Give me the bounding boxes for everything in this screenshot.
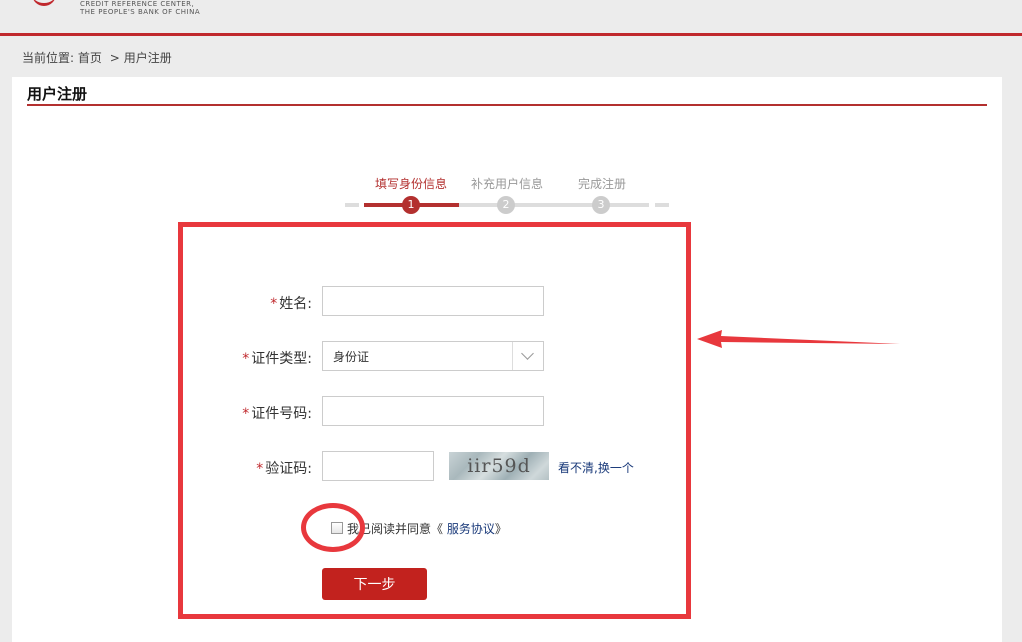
id-number-label: * 证件号码: — [202, 403, 312, 423]
breadcrumb-current: 用户注册 — [123, 51, 172, 65]
step-3-circle: 3 — [592, 196, 610, 214]
agree-prefix: 我已阅读并同意《 — [347, 522, 444, 536]
id-number-label-text: 证件号码: — [251, 406, 312, 422]
step-bar-2 — [459, 203, 649, 207]
id-type-select[interactable]: 身份证 — [322, 341, 544, 371]
next-step-button[interactable]: 下一步 — [322, 568, 427, 600]
step-2-circle: 2 — [497, 196, 515, 214]
logo-line-1: CREDIT REFERENCE CENTER, — [80, 0, 195, 8]
logo-text: CREDIT REFERENCE CENTER, THE PEOPLE'S BA… — [80, 0, 200, 16]
captcha-input[interactable] — [322, 451, 434, 481]
service-agreement-link[interactable]: 服务协议 — [447, 522, 495, 536]
title-divider — [27, 104, 987, 106]
captcha-label: * 验证码: — [202, 458, 312, 478]
required-mark: * — [242, 351, 250, 367]
logo-icon — [32, 0, 56, 6]
main-panel: 用户注册 填写身份信息 补充用户信息 完成注册 1 2 3 * 姓名: * 证件类型… — [12, 77, 1002, 642]
id-type-selected-value: 身份证 — [333, 350, 370, 364]
chevron-down-icon — [512, 342, 543, 370]
step-1-circle: 1 — [402, 196, 420, 214]
name-label: * 姓名: — [202, 293, 312, 313]
captcha-image[interactable]: iir59d — [449, 452, 549, 480]
agree-suffix: 》 — [494, 522, 507, 536]
required-mark: * — [256, 461, 264, 477]
logo-line-2: THE PEOPLE'S BANK OF CHINA — [80, 8, 201, 16]
breadcrumb: 当前位置: 首页 > 用户注册 — [22, 49, 172, 66]
step-bar-start — [345, 203, 359, 207]
required-mark: * — [270, 296, 278, 312]
breadcrumb-separator: > — [109, 51, 120, 65]
required-mark: * — [242, 406, 250, 422]
header-divider — [0, 33, 1022, 36]
step-1-label: 填写身份信息 — [375, 177, 448, 191]
name-input[interactable] — [322, 286, 544, 316]
agree-text: 我已阅读并同意《 服务协议》 — [347, 520, 507, 537]
id-type-label-text: 证件类型: — [251, 351, 312, 367]
site-header: CREDIT REFERENCE CENTER, THE PEOPLE'S BA… — [0, 0, 1022, 33]
step-2-label: 补充用户信息 — [471, 177, 544, 191]
captcha-label-text: 验证码: — [265, 461, 312, 477]
step-3-label: 完成注册 — [578, 177, 627, 191]
agree-checkbox[interactable] — [331, 522, 343, 534]
breadcrumb-prefix: 当前位置: — [22, 51, 75, 65]
name-label-text: 姓名: — [279, 296, 312, 312]
refresh-captcha-link[interactable]: 看不清,换一个 — [558, 459, 634, 476]
page-title: 用户注册 — [27, 85, 88, 103]
step-bar-end — [655, 203, 669, 207]
id-number-input[interactable] — [322, 396, 544, 426]
breadcrumb-home-link[interactable]: 首页 — [78, 51, 102, 65]
id-type-label: * 证件类型: — [202, 348, 312, 368]
